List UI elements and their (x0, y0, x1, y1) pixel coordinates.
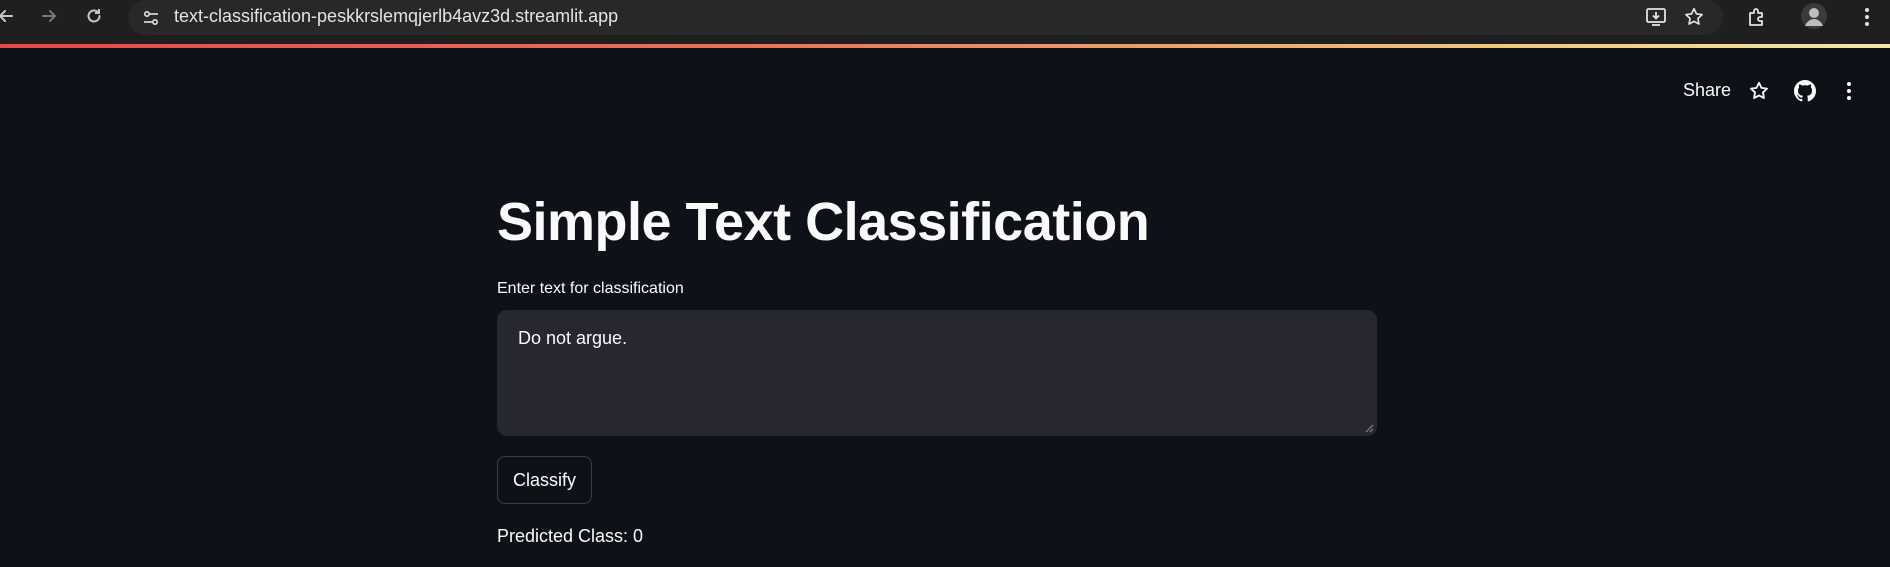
forward-button[interactable] (35, 2, 63, 30)
avatar-icon (1801, 3, 1827, 29)
classification-text-area[interactable]: Do not argue. (497, 310, 1377, 436)
puzzle-icon (1749, 8, 1763, 26)
share-button[interactable]: Share (1683, 80, 1731, 101)
github-icon (1794, 80, 1816, 102)
classify-button[interactable]: Classify (497, 456, 593, 504)
url-text[interactable]: text-classification-peskkrslemqjerlb4avz… (174, 6, 618, 27)
github-button[interactable] (1792, 78, 1818, 104)
page-title: Simple Text Classification (497, 192, 1150, 252)
text-input-label: Enter text for classification (497, 280, 684, 297)
extensions-button[interactable] (1742, 2, 1772, 32)
resize-handle-icon[interactable] (1364, 423, 1374, 433)
vertical-dots-icon (1865, 8, 1869, 26)
reload-icon (87, 9, 101, 23)
prediction-result: Predicted Class: 0 (497, 526, 644, 546)
address-bar[interactable]: text-classification-peskkrslemqjerlb4avz… (128, 0, 1723, 35)
text-area-value[interactable]: Do not argue. (518, 328, 627, 348)
site-info-button[interactable] (138, 5, 164, 31)
star-icon (1750, 81, 1768, 99)
bookmark-button[interactable] (1681, 4, 1707, 30)
main-content: Simple Text Classification Enter text fo… (497, 190, 1377, 547)
arrow-left-icon (0, 10, 13, 22)
streamlit-header-decoration (0, 44, 1890, 48)
reload-button[interactable] (80, 2, 108, 30)
install-app-button[interactable] (1643, 4, 1669, 30)
arrow-right-icon (42, 10, 57, 22)
profile-avatar[interactable] (1799, 1, 1829, 31)
install-app-icon (1646, 8, 1666, 26)
star-outline-icon (1685, 7, 1703, 25)
app-menu-button[interactable] (1836, 78, 1862, 104)
tune-icon (143, 10, 159, 26)
favorite-button[interactable] (1746, 78, 1772, 104)
browser-menu-button[interactable] (1852, 2, 1882, 32)
vertical-dots-icon (1847, 82, 1851, 100)
back-button[interactable] (0, 2, 20, 30)
browser-toolbar: text-classification-peskkrslemqjerlb4avz… (0, 0, 1890, 44)
